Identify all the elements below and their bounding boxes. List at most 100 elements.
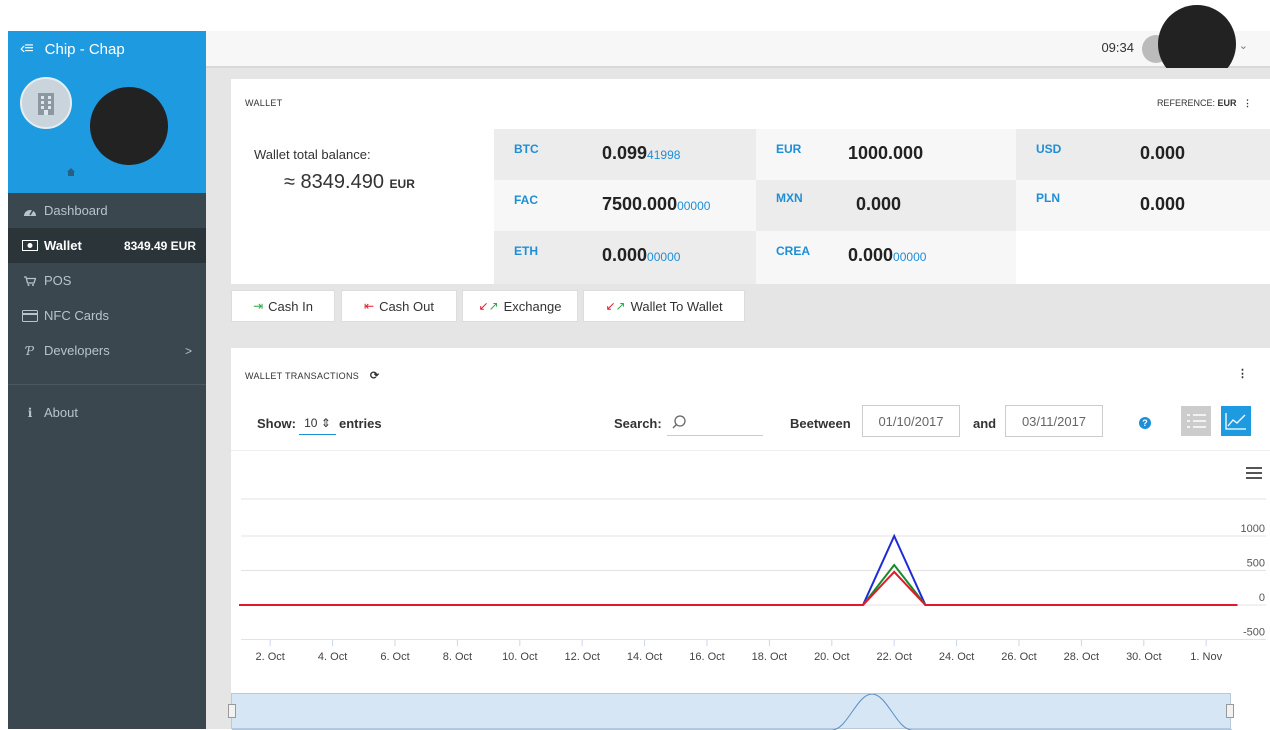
chevron-down-icon[interactable]: ⌄ [1239, 39, 1248, 52]
transactions-title-text: WALLET TRANSACTIONS [245, 371, 360, 381]
sidebar-item-dashboard[interactable]: Dashboard [8, 193, 206, 228]
line-chart-icon [1225, 413, 1246, 430]
currency-balance-grid: BTC 0.09941998 EUR 1000.000 USD 0.000 FA… [494, 129, 1270, 284]
wallet-to-wallet-button[interactable]: ↙↗ Wallet To Wallet [583, 290, 745, 322]
x-tick-label: 18. Oct [752, 651, 787, 663]
sidebar-item-label: NFC Cards [44, 308, 110, 323]
currency-amount: 0.09941998 [602, 143, 681, 163]
y-tick-label: -500 [1243, 627, 1265, 639]
cash-in-label: Cash In [268, 298, 313, 314]
and-label: and [973, 416, 997, 431]
home-icon[interactable] [66, 164, 76, 176]
transaction-filters: Show: 10 ⇕ entries Search: Beetween 01/1… [231, 396, 1270, 451]
cart-icon [20, 275, 40, 286]
currency-code: EUR [776, 142, 802, 156]
sidebar-item-developers[interactable]: Ƥ Developers > [8, 333, 206, 368]
y-tick-label: 500 [1247, 558, 1265, 570]
sidebar-item-nfc-cards[interactable]: NFC Cards [8, 298, 206, 333]
between-label: Beetween [790, 416, 851, 431]
reference-label: REFERENCE: [1156, 98, 1215, 108]
transfer-icon: ↙↗ [605, 299, 626, 313]
exchange-label: Exchange [503, 298, 562, 314]
balance-cell-pln: PLN 0.000 [1016, 180, 1270, 231]
currency-code: CREA [776, 244, 811, 258]
x-tick-label: 6. Oct [380, 651, 409, 663]
sidebar-item-label: POS [44, 273, 72, 288]
search-icon [671, 414, 687, 433]
balance-cell-mxn: MXN 0.000 [756, 180, 1016, 231]
x-tick-label: 30. Oct [1126, 651, 1161, 663]
currency-amount: 1000.000 [848, 143, 924, 163]
date-to-input[interactable]: 03/11/2017 [1005, 405, 1103, 437]
wallet-title: WALLET [245, 98, 283, 108]
chart-view-button[interactable] [1221, 406, 1251, 436]
app-title: Chip - Chap [44, 40, 125, 58]
entries-select[interactable]: 10 ⇕ [299, 416, 336, 435]
x-tick-label: 2. Oct [256, 651, 285, 663]
currency-amount: 0.00000000 [602, 245, 681, 265]
profile-panel [8, 67, 206, 193]
x-tick-label: 10. Oct [502, 651, 537, 663]
company-avatar[interactable] [20, 77, 72, 129]
cash-out-label: Cash Out [379, 298, 434, 314]
transactions-title: WALLET TRANSACTIONS ⟳ [245, 369, 379, 382]
sidebar-item-about[interactable]: i About [8, 395, 206, 430]
entries-label: entries [339, 416, 382, 431]
balance-cell-empty [1016, 231, 1270, 284]
wallet-total-balance: Wallet total balance: ≈ 8349.490 EUR [231, 129, 494, 284]
x-tick-label: 24. Oct [939, 651, 974, 663]
chart-navigator[interactable] [228, 693, 1234, 730]
approx-symbol: ≈ [284, 171, 295, 193]
show-label: Show: [257, 416, 296, 431]
clock: 09:34 [1101, 40, 1134, 55]
total-currency: EUR [389, 177, 415, 191]
top-bar: 09:34 ⌄ [206, 31, 1270, 68]
balance-cell-btc: BTC 0.09941998 [494, 129, 756, 180]
x-tick-label: 4. Oct [318, 651, 347, 663]
search-input[interactable] [667, 410, 763, 436]
total-balance-label: Wallet total balance: [254, 147, 371, 162]
currency-code: USD [1036, 142, 1062, 156]
currency-code: ETH [514, 244, 538, 258]
x-tick-label: 16. Oct [689, 651, 724, 663]
date-from-input[interactable]: 01/10/2017 [862, 405, 960, 437]
currency-amount: 0.00000000 [848, 245, 927, 265]
currency-code: FAC [514, 193, 538, 207]
currency-amount: 0.000 [1140, 194, 1186, 214]
x-tick-label: 20. Oct [814, 651, 849, 663]
balance-cell-usd: USD 0.000 [1016, 129, 1270, 180]
reference-selector[interactable]: REFERENCE: EUR ⋮ [1157, 98, 1252, 109]
sidebar-item-label: Wallet [44, 238, 82, 253]
app-window: ‹≡ Chip - Chap Dashboard Wallet 8349.49 … [0, 0, 1270, 730]
transactions-chart: 1000 500 0 -500 2. Oct 4. Oct 6. Oct 8. Oct 10. … [231, 452, 1270, 729]
list-icon [1187, 414, 1206, 428]
cash-in-button[interactable]: ⇥ Cash In [231, 290, 335, 322]
wallet-transactions-panel: WALLET TRANSACTIONS ⟳ ⋮ Show: 10 ⇕ entri… [231, 348, 1270, 729]
help-icon[interactable]: ? [1139, 417, 1151, 429]
reference-value: EUR [1217, 98, 1237, 108]
sidebar-divider [8, 384, 206, 385]
list-view-button[interactable] [1181, 406, 1211, 436]
sidebar-item-pos[interactable]: POS [8, 263, 206, 298]
refresh-icon[interactable]: ⟳ [370, 370, 380, 382]
brand-bar: ‹≡ Chip - Chap [8, 31, 206, 67]
x-tick-label: 28. Oct [1064, 651, 1099, 663]
cash-out-icon: ⇤ [364, 299, 375, 313]
menu-toggle-icon[interactable]: ‹≡ [20, 40, 34, 58]
main-content: WALLET REFERENCE: EUR ⋮ Wallet total bal… [206, 68, 1270, 730]
x-tick-label: 22. Oct [876, 651, 911, 663]
more-options-icon[interactable]: ⋮ [1243, 98, 1252, 108]
wallet-balance-badge: 8349.49 EUR [123, 238, 196, 253]
exchange-button[interactable]: ↙↗ Exchange [462, 290, 578, 322]
cash-in-icon: ⇥ [253, 299, 264, 313]
x-tick-label: 12. Oct [564, 651, 599, 663]
navigator-series [232, 694, 1232, 730]
more-options-icon[interactable]: ⋮ [1237, 367, 1248, 380]
cash-out-button[interactable]: ⇤ Cash Out [341, 290, 457, 322]
currency-amount: 7500.00000000 [602, 194, 711, 214]
currency-code: MXN [776, 191, 803, 205]
sidebar-item-wallet[interactable]: Wallet 8349.49 EUR [8, 228, 206, 263]
sidebar-item-label: About [44, 405, 78, 420]
x-tick-label: 1. Nov [1190, 651, 1222, 663]
balance-cell-eur: EUR 1000.000 [756, 129, 1016, 180]
